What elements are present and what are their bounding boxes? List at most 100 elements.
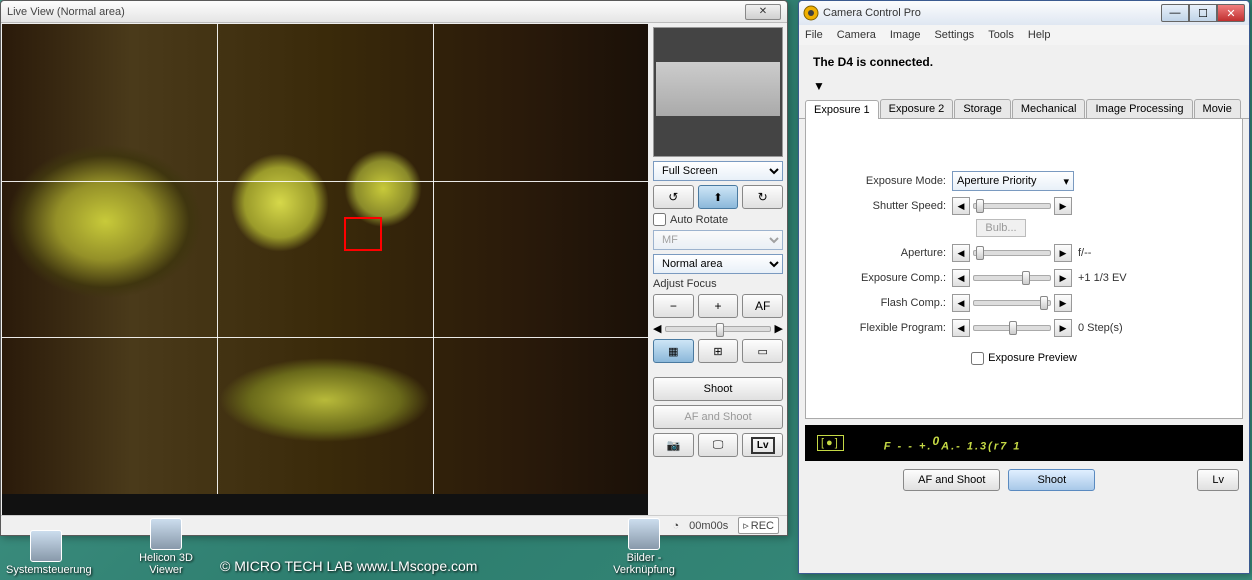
af-button[interactable]: AF xyxy=(742,294,783,318)
upload-icon: ⬆ xyxy=(713,191,722,204)
camera-mode-button[interactable]: 📷 xyxy=(653,433,694,457)
shutter-speed-label: Shutter Speed: xyxy=(822,200,952,212)
flex-program-label: Flexible Program: xyxy=(822,322,952,334)
lcd-af-icon: [●] xyxy=(817,435,844,451)
disclosure-triangle[interactable]: ▼ xyxy=(799,79,1249,99)
monitor-icon: 🖵 xyxy=(713,439,724,452)
menu-image[interactable]: Image xyxy=(890,29,921,41)
focus-left-icon[interactable]: ◀ xyxy=(653,322,661,335)
focus-minus-button[interactable]: − xyxy=(653,294,694,318)
histogram-button[interactable]: ⊞ xyxy=(698,339,739,363)
helicon-icon xyxy=(150,518,182,550)
lv-button[interactable]: Lv xyxy=(1197,469,1239,491)
live-view-titlebar[interactable]: Live View (Normal area) ✕ xyxy=(1,1,787,23)
shoot-button[interactable]: Shoot xyxy=(653,377,783,401)
rotate-cw-button[interactable]: ↻ xyxy=(742,185,783,209)
focus-plus-button[interactable]: + xyxy=(698,294,739,318)
upload-button[interactable]: ⬆ xyxy=(698,185,739,209)
expcomp-slider[interactable] xyxy=(973,275,1051,281)
rotate-ccw-button[interactable]: ↺ xyxy=(653,185,694,209)
grid-view-button[interactable]: ▦ xyxy=(653,339,694,363)
flash-comp-label: Flash Comp.: xyxy=(822,297,952,309)
af-and-shoot-button[interactable]: AF and Shoot xyxy=(903,469,1000,491)
ccp-titlebar[interactable]: Camera Control Pro — ☐ ✕ xyxy=(799,1,1249,25)
menu-settings[interactable]: Settings xyxy=(934,29,974,41)
chevron-down-icon: ▾ xyxy=(1063,175,1069,188)
area-select[interactable]: Normal area xyxy=(653,254,783,274)
live-view-image-area[interactable] xyxy=(2,24,648,518)
flashcomp-inc-button[interactable]: ▶ xyxy=(1054,294,1072,312)
connection-status: The D4 is connected. xyxy=(799,45,1249,79)
aperture-inc-button[interactable]: ▶ xyxy=(1054,244,1072,262)
shoot-button[interactable]: Shoot xyxy=(1008,469,1095,491)
desktop-icon-bilder[interactable]: Bilder - Verknüpfung xyxy=(604,518,684,576)
aperture-slider[interactable] xyxy=(973,250,1051,256)
maximize-button[interactable]: ☐ xyxy=(1189,4,1217,22)
pictures-icon xyxy=(628,518,660,550)
grid-icon: ▦ xyxy=(668,345,678,358)
flexprog-inc-button[interactable]: ▶ xyxy=(1054,319,1072,337)
aperture-dec-button[interactable]: ◀ xyxy=(952,244,970,262)
grid-line xyxy=(217,24,218,494)
shutter-slider[interactable] xyxy=(973,203,1051,209)
specimen-image xyxy=(2,24,648,494)
flexprog-dec-button[interactable]: ◀ xyxy=(952,319,970,337)
tab-exposure1[interactable]: Exposure 1 xyxy=(805,100,879,119)
exposure-comp-label: Exposure Comp.: xyxy=(822,272,952,284)
camera-control-pro-window: Camera Control Pro — ☐ ✕ File Camera Ima… xyxy=(798,0,1250,574)
flexprog-value: 0 Step(s) xyxy=(1078,322,1123,334)
close-button[interactable]: ✕ xyxy=(745,4,781,20)
exposure-preview-checkbox[interactable] xyxy=(971,352,984,365)
shutter-inc-button[interactable]: ▶ xyxy=(1054,197,1072,215)
camera-lcd: [●] F - - +.0A.- 1.3(r7 1 xyxy=(805,425,1243,461)
af-and-shoot-button[interactable]: AF and Shoot xyxy=(653,405,783,429)
camera-icon: 📷 xyxy=(666,439,680,452)
menu-help[interactable]: Help xyxy=(1028,29,1051,41)
monitor-mode-button[interactable]: 🖵 xyxy=(698,433,739,457)
tab-storage[interactable]: Storage xyxy=(954,99,1011,118)
timer-value: 00m00s xyxy=(689,520,728,532)
close-button[interactable]: ✕ xyxy=(1217,4,1245,22)
menu-camera[interactable]: Camera xyxy=(837,29,876,41)
desktop-icon-helicon[interactable]: Helicon 3D Viewer xyxy=(126,518,206,576)
tab-movie[interactable]: Movie xyxy=(1194,99,1241,118)
expcomp-inc-button[interactable]: ▶ xyxy=(1054,269,1072,287)
thumbnail-preview[interactable] xyxy=(653,27,783,157)
fit-view-button[interactable]: ▭ xyxy=(742,339,783,363)
aperture-value: f/-- xyxy=(1078,247,1091,259)
focus-right-icon[interactable]: ▶ xyxy=(775,322,783,335)
record-button[interactable]: ▹REC xyxy=(738,517,779,534)
live-view-title: Live View (Normal area) xyxy=(7,6,125,18)
minimize-button[interactable]: — xyxy=(1161,4,1189,22)
adjust-focus-label: Adjust Focus xyxy=(653,278,783,290)
menu-tools[interactable]: Tools xyxy=(988,29,1014,41)
ccp-bottom-bar: AF and Shoot Shoot Lv xyxy=(799,461,1249,499)
expcomp-dec-button[interactable]: ◀ xyxy=(952,269,970,287)
lcd-readout: F - - +.0A.- 1.3(r7 1 xyxy=(884,434,1022,453)
flashcomp-dec-button[interactable]: ◀ xyxy=(952,294,970,312)
lv-toggle-button[interactable]: Lv xyxy=(742,433,783,457)
focus-slider[interactable] xyxy=(665,326,770,332)
tab-exposure2[interactable]: Exposure 2 xyxy=(880,99,954,118)
desktop-icon-systemsteuerung[interactable]: Systemsteuerung xyxy=(6,530,86,576)
focus-mode-select[interactable]: MF xyxy=(653,230,783,250)
flashcomp-slider[interactable] xyxy=(973,300,1051,306)
flexprog-slider[interactable] xyxy=(973,325,1051,331)
tab-image-processing[interactable]: Image Processing xyxy=(1086,99,1192,118)
histogram-icon: ⊞ xyxy=(713,345,722,358)
exposure-panel: Exposure Mode: Aperture Priority▾ Shutte… xyxy=(805,119,1243,419)
exposure-preview-label: Exposure Preview xyxy=(988,352,1077,364)
menu-file[interactable]: File xyxy=(805,29,823,41)
exposure-mode-select[interactable]: Aperture Priority▾ xyxy=(952,171,1074,191)
shutter-dec-button[interactable]: ◀ xyxy=(952,197,970,215)
rec-icon: ▹ xyxy=(743,519,749,532)
grid-line xyxy=(2,181,648,182)
fullscreen-select[interactable]: Full Screen xyxy=(653,161,783,181)
auto-rotate-checkbox[interactable] xyxy=(653,213,666,226)
focus-rectangle[interactable] xyxy=(344,217,382,251)
bulb-button[interactable]: Bulb... xyxy=(976,219,1026,237)
tab-mechanical[interactable]: Mechanical xyxy=(1012,99,1086,118)
live-view-window: Live View (Normal area) ✕ Full Screen ↺ … xyxy=(0,0,788,536)
grid-line xyxy=(433,24,434,494)
ccp-menubar: File Camera Image Settings Tools Help xyxy=(799,25,1249,45)
